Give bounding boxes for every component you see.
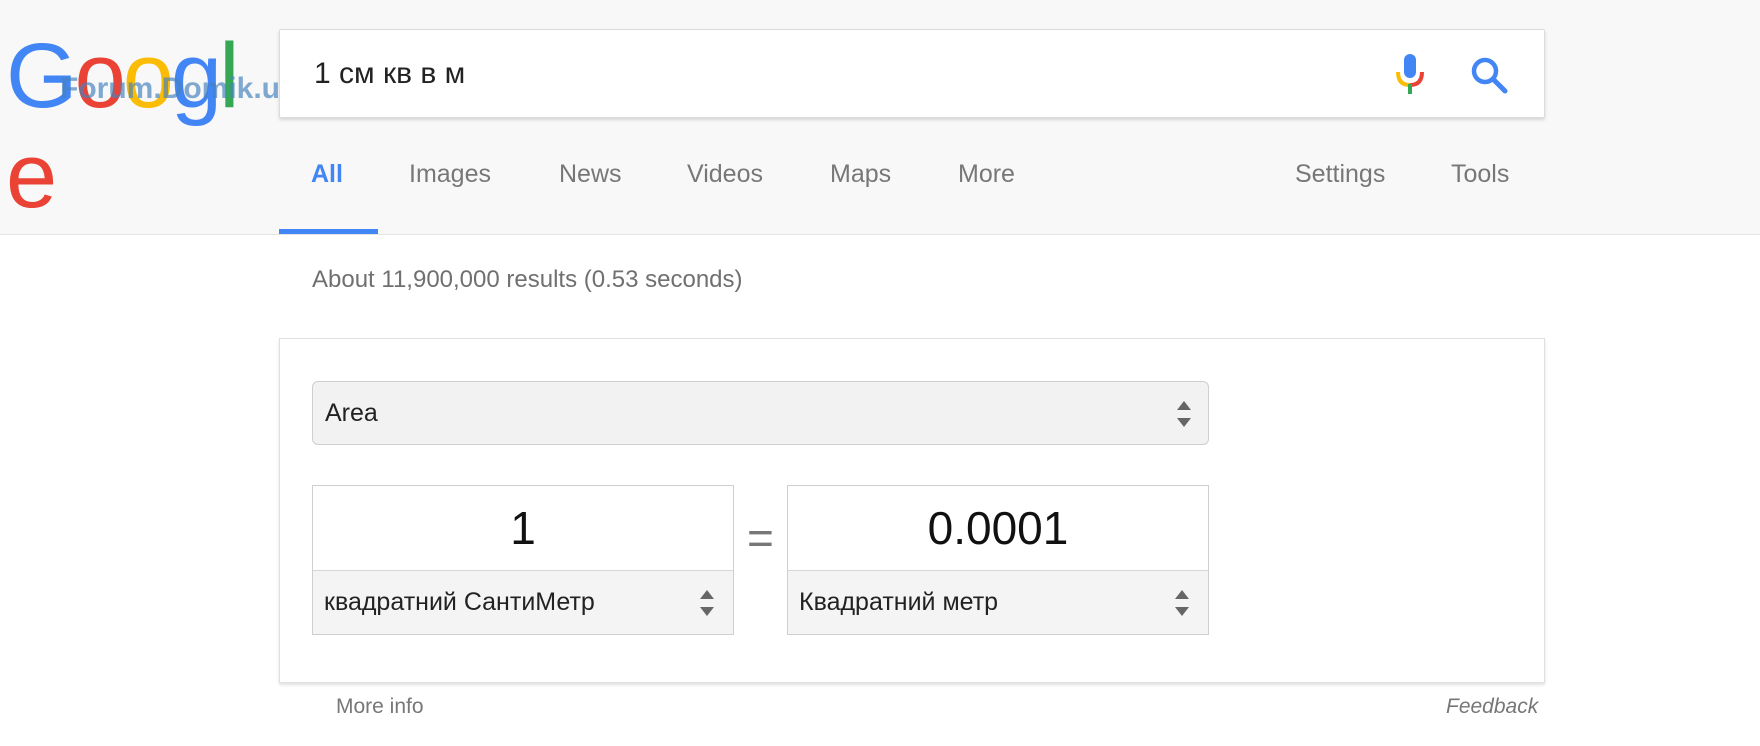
- header: Google Forum.Domik.ua All Images News Vi…: [0, 0, 1760, 235]
- to-unit-select[interactable]: Квадратний метр: [788, 571, 1208, 634]
- select-arrows-icon: [1173, 590, 1191, 616]
- search-icon: [1471, 57, 1508, 94]
- microphone-icon[interactable]: [1390, 52, 1430, 98]
- search-box: [279, 29, 1545, 118]
- to-value-input[interactable]: [788, 486, 1208, 571]
- equals-sign: =: [747, 512, 774, 564]
- select-arrows-icon: [698, 590, 716, 616]
- unit-converter-card: Area квадратний СантиМетр = Квадратний м…: [279, 338, 1545, 683]
- from-value-input[interactable]: [313, 486, 733, 571]
- tools-link[interactable]: Tools: [1451, 160, 1509, 189]
- category-label: Area: [325, 399, 378, 427]
- tab-videos[interactable]: Videos: [687, 160, 763, 189]
- tab-maps[interactable]: Maps: [830, 160, 891, 189]
- tab-news[interactable]: News: [559, 160, 622, 189]
- from-unit-box: квадратний СантиМетр: [312, 485, 734, 635]
- to-unit-label: Квадратний метр: [799, 588, 999, 616]
- tab-images[interactable]: Images: [409, 160, 491, 189]
- search-input[interactable]: [314, 50, 1314, 98]
- tab-all[interactable]: All: [311, 160, 343, 189]
- select-arrows-icon: [1175, 401, 1193, 427]
- feedback-link[interactable]: Feedback: [1446, 695, 1538, 719]
- google-logo[interactable]: Google Forum.Domik.ua: [6, 26, 297, 226]
- from-unit-select[interactable]: квадратний СантиМетр: [313, 571, 733, 634]
- more-info-link[interactable]: More info: [336, 695, 424, 719]
- watermark: Forum.Domik.ua: [60, 72, 297, 105]
- tab-more[interactable]: More: [958, 160, 1015, 189]
- category-select[interactable]: Area: [312, 381, 1209, 445]
- logo-letter-e: e: [6, 125, 57, 227]
- to-unit-box: Квадратний метр: [787, 485, 1209, 635]
- active-tab-indicator: [279, 229, 378, 234]
- settings-link[interactable]: Settings: [1295, 160, 1385, 189]
- from-unit-label: квадратний СантиМетр: [324, 588, 595, 616]
- result-stats: About 11,900,000 results (0.53 seconds): [312, 266, 743, 293]
- search-button[interactable]: [1466, 52, 1512, 98]
